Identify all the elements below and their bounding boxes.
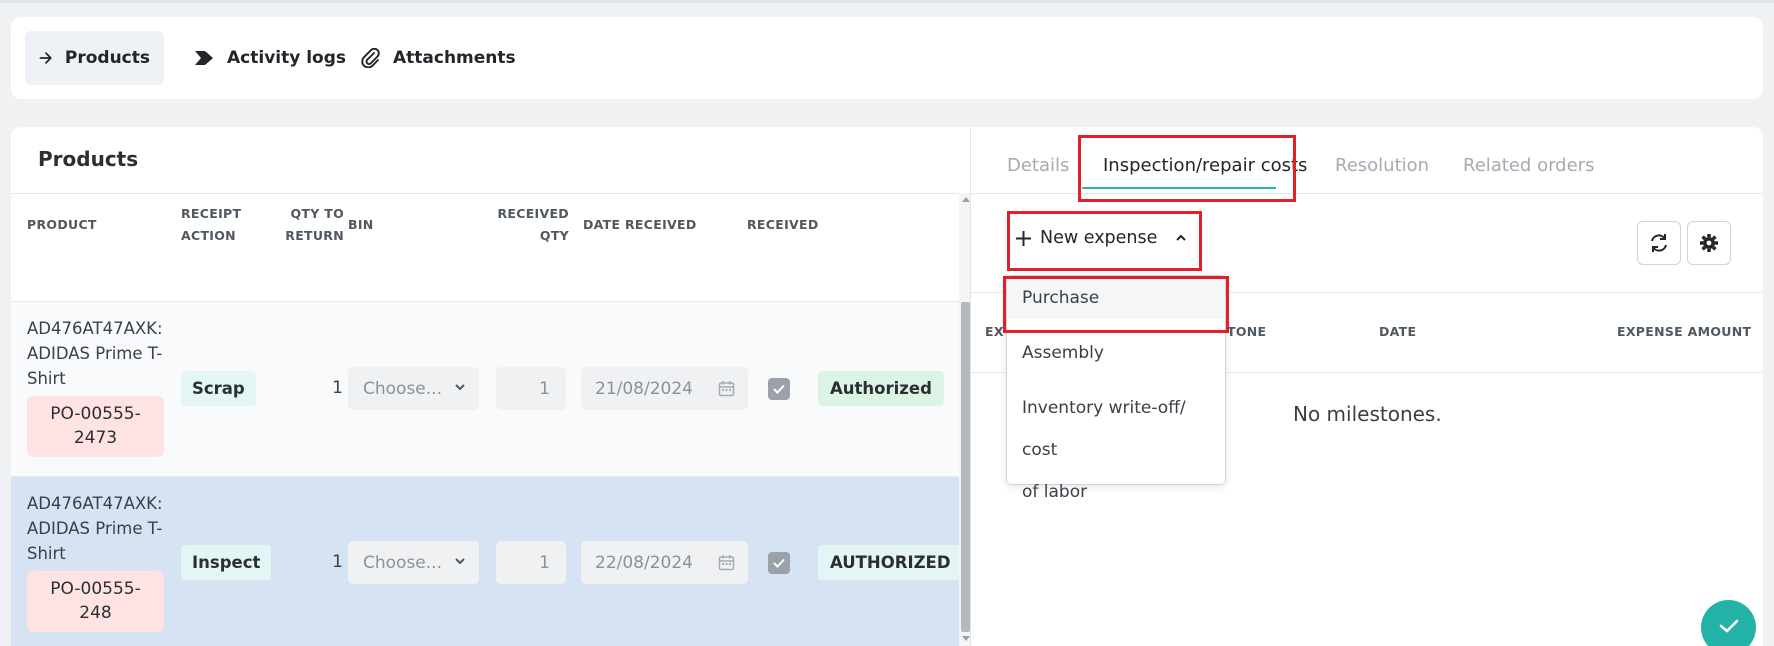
highlight-box-purchase [1003,276,1229,333]
empty-state-text: No milestones. [1293,402,1442,426]
tab-resolution[interactable]: Resolution [1335,155,1429,176]
products-table-header: PRODUCT RECEIPT ACTION QTY TO RETURN BIN R… [11,193,959,351]
bin-select[interactable]: Choose... [348,367,479,410]
status-badge: AUTHORIZED [818,545,963,580]
col-received-qty: RECEIVED QTY [497,206,569,243]
check-icon [1719,619,1738,633]
settings-button[interactable] [1687,221,1731,265]
check-icon [773,384,785,394]
confirm-fab-button[interactable] [1701,600,1756,646]
qty-to-return: 1 [332,552,343,572]
gear-icon [1700,234,1718,252]
col-date: DATE [1379,324,1417,339]
col-qty-to-return: QTY TO RETURN [285,206,344,243]
received-checkbox[interactable] [768,552,790,574]
scrollbar-thumb[interactable] [961,302,970,632]
menu-item-assembly[interactable]: Assembly [1007,332,1225,374]
tab-products[interactable]: Products [25,31,164,85]
tab-products-label: Products [64,48,150,68]
qty-to-return: 1 [332,378,343,398]
top-divider [0,0,1774,3]
receipt-action-badge: Scrap [181,371,256,406]
chevron-down-icon [455,558,465,565]
top-tabs-card: Products Activity logs Attachments [11,17,1763,99]
status-badge: Authorized [818,371,944,406]
chevron-tag-icon [195,51,213,65]
col-received: RECEIVED [747,217,819,232]
scroll-down-arrow[interactable] [962,636,970,641]
tab-activity-logs-label: Activity logs [227,48,347,68]
tab-activity-logs[interactable]: Activity logs [179,31,360,85]
table-row[interactable]: AD476AT47AXK: ADIDAS Prime T- Shirt PO-0… [11,301,959,476]
tab-attachments-label: Attachments [393,48,516,68]
menu-item-inventory-write-off[interactable]: Inventory write-off/ cost of labor [1007,387,1225,513]
chevron-down-icon [455,384,465,391]
bin-select[interactable]: Choose... [348,541,479,584]
products-title: Products [38,147,139,171]
highlight-box-new-expense [1007,211,1202,271]
product-name: AD476AT47AXK: ADIDAS Prime T- Shirt [27,494,163,563]
products-panel: Products PRODUCT RECEIPT ACTION QTY TO RET… [11,127,971,646]
highlight-box-tab [1078,135,1296,202]
po-chip[interactable]: PO-00555- 248 [27,571,164,632]
date-received-input[interactable]: 21/08/2024 [581,367,748,410]
refresh-icon [1651,234,1667,252]
tab-details[interactable]: Details [1007,155,1069,176]
calendar-icon[interactable] [718,554,735,571]
col-milestone: TONE [1227,324,1267,339]
received-checkbox[interactable] [768,378,790,400]
col-expense-amount: EXPENSE AMOUNT [1617,324,1752,339]
check-icon [773,558,785,568]
date-received-input[interactable]: 22/08/2024 [581,541,748,584]
scroll-up-arrow[interactable] [962,197,970,202]
col-date-received: DATE RECEIVED [583,217,697,232]
received-qty-input[interactable]: 1 [496,367,566,410]
col-product: PRODUCT [27,217,97,232]
col-expense: EX [985,324,1004,339]
product-name: AD476AT47AXK: ADIDAS Prime T- Shirt [27,319,163,388]
po-chip[interactable]: PO-00555- 2473 [27,396,164,457]
received-qty-input[interactable]: 1 [496,541,566,584]
calendar-icon[interactable] [718,380,735,397]
col-bin: BIN [348,217,374,232]
refresh-button[interactable] [1637,221,1681,265]
tab-attachments[interactable]: Attachments [347,31,530,85]
col-receipt-action: RECEIPT ACTION [181,206,242,243]
receipt-action-badge: Inspect [181,545,272,580]
tab-related-orders[interactable]: Related orders [1463,155,1594,176]
table-row[interactable]: AD476AT47AXK: ADIDAS Prime T- Shirt PO-0… [11,476,963,646]
paperclip-icon [361,48,380,68]
arrow-right-icon [39,52,52,64]
